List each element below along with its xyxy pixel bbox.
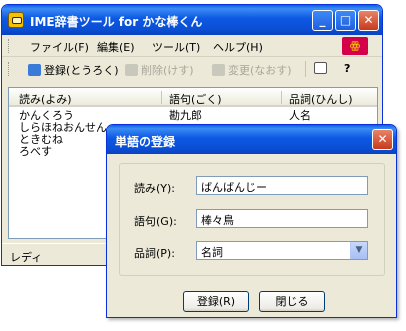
toolbar-grip <box>8 62 11 76</box>
maximize-button[interactable]: □ <box>335 10 356 31</box>
register-tool-label: 登録(とうろく) <box>44 64 119 77</box>
list-tool-button[interactable] <box>314 62 330 75</box>
reading-input[interactable]: ばんばんじー <box>196 176 368 195</box>
reading-label: 読み(Y): <box>134 182 176 195</box>
minimize-button[interactable]: _ <box>312 10 333 31</box>
register-word-dialog: 単語の登録 ✕ 読み(Y): ばんばんじー 語句(G): 棒々鳥 品詞(P): … <box>106 124 397 318</box>
register-button[interactable]: 登録(R) <box>183 291 249 312</box>
window-title: IME辞書ツール for かな棒くん <box>30 15 203 29</box>
mascot-icon[interactable]: ꙮ <box>342 37 368 55</box>
register-tool-button[interactable]: 登録(とうろく) <box>28 62 119 78</box>
row-reading: ろべす <box>19 145 52 158</box>
toolbar-separator <box>305 61 306 77</box>
list-icon <box>314 62 327 74</box>
menu-tools[interactable]: ツール(T) <box>152 39 200 55</box>
column-divider <box>161 91 162 104</box>
modify-tool-label: 変更(なおす) <box>228 64 292 77</box>
register-icon <box>28 64 41 76</box>
word-input[interactable]: 棒々鳥 <box>196 209 368 228</box>
toolbar: 登録(とうろく) 削除(けす) 変更(なおす) ? <box>2 57 382 81</box>
delete-tool-button[interactable]: 削除(けす) <box>125 62 194 78</box>
pos-select[interactable]: 名詞 ▼ <box>196 241 368 260</box>
close-button[interactable]: ✕ <box>358 10 379 31</box>
delete-tool-label: 削除(けす) <box>141 64 194 77</box>
modify-icon <box>212 64 225 76</box>
menu-edit[interactable]: 編集(E) <box>97 39 135 55</box>
word-label: 語句(G): <box>134 215 177 228</box>
dialog-title: 単語の登録 <box>115 135 176 149</box>
pos-label: 品詞(P): <box>134 247 175 260</box>
column-reading[interactable]: 読み(よみ) <box>19 91 72 107</box>
modify-tool-button[interactable]: 変更(なおす) <box>212 62 292 78</box>
app-icon <box>8 12 24 28</box>
dialog-close-button[interactable]: ✕ <box>372 129 393 150</box>
word-group-box: 読み(Y): ばんばんじー 語句(G): 棒々鳥 品詞(P): 名詞 ▼ <box>119 163 385 276</box>
column-pos[interactable]: 品詞(ひんし) <box>289 91 353 107</box>
title-bar[interactable]: IME辞書ツール for かな棒くん _ □ ✕ <box>2 5 382 35</box>
close-dialog-button[interactable]: 閉じる <box>259 291 325 312</box>
menu-file[interactable]: ファイル(F) <box>30 39 89 55</box>
status-text: レディ <box>10 251 43 264</box>
menu-grip <box>8 39 11 53</box>
column-word[interactable]: 語句(ごく) <box>169 91 222 107</box>
list-header: 読み(よみ) 語句(ごく) 品詞(ひんし) <box>9 88 377 107</box>
dialog-title-bar[interactable]: 単語の登録 ✕ <box>107 125 396 154</box>
column-divider <box>281 91 282 104</box>
menu-help[interactable]: ヘルプ(H) <box>213 39 263 55</box>
menu-bar: ファイル(F) 編集(E) ツール(T) ヘルプ(H) ꙮ <box>2 35 382 57</box>
chevron-down-icon[interactable]: ▼ <box>350 242 367 259</box>
pos-selected-value: 名詞 <box>201 246 223 259</box>
delete-icon <box>125 64 138 76</box>
help-tool-button[interactable]: ? <box>344 62 350 75</box>
